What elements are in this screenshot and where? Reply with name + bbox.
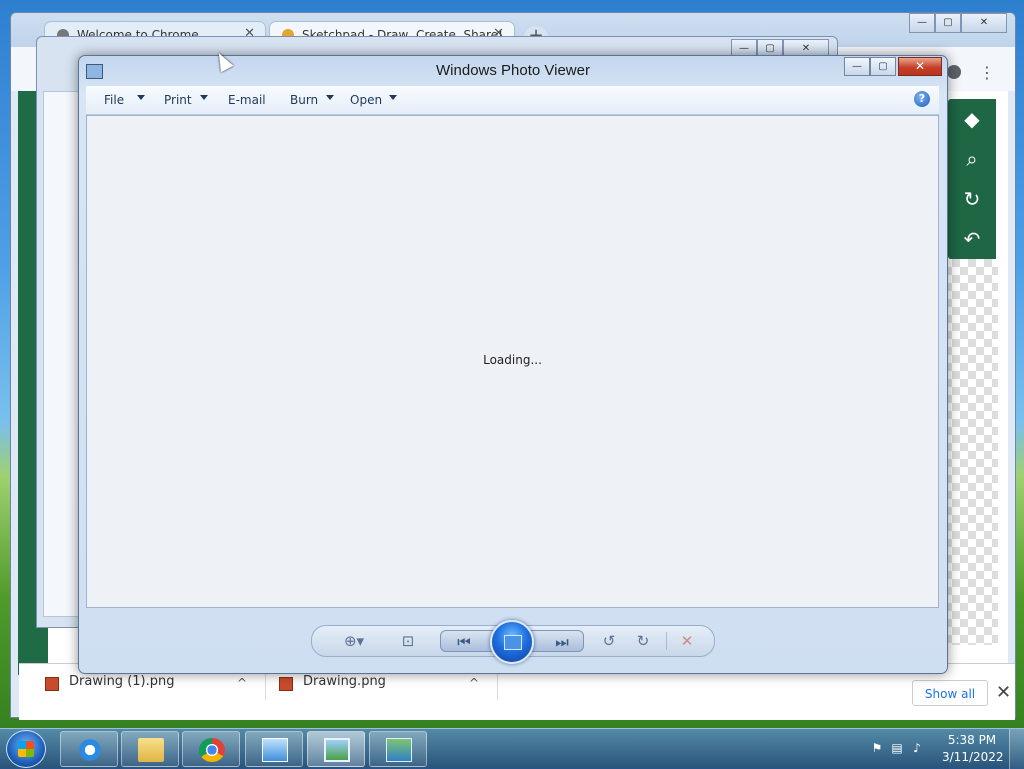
next-icon[interactable]: ⏭	[547, 631, 577, 653]
folder-icon	[138, 738, 164, 762]
taskbar-google-chrome[interactable]	[182, 731, 240, 767]
sketchpad-tool-rail: ◆ ⌕ ↻ ↶	[948, 99, 996, 259]
download-options-icon[interactable]: ^	[237, 676, 247, 690]
image-file-icon	[45, 677, 59, 691]
volume-icon[interactable]: ♪	[910, 741, 924, 755]
undo-icon[interactable]: ↶	[958, 225, 986, 253]
rotate-counterclockwise-icon[interactable]: ↺	[596, 630, 622, 652]
taskbar-control-panel[interactable]	[245, 731, 303, 767]
actual-size-icon[interactable]: ⊡	[394, 630, 422, 652]
layers-icon[interactable]: ◆	[958, 105, 986, 133]
network-icon[interactable]: ▤	[890, 741, 904, 755]
previous-icon[interactable]: ⏮	[449, 631, 479, 653]
maximize-button[interactable]: ▢	[870, 57, 896, 76]
download-filename: Drawing (1).png	[69, 674, 175, 689]
download-item[interactable]: Drawing.png	[275, 674, 455, 696]
file-dropdown-icon[interactable]	[137, 95, 145, 100]
flag-icon[interactable]: ⚑	[870, 741, 884, 755]
history-icon[interactable]: ↻	[958, 185, 986, 213]
chrome-maximize-button[interactable]: ▢	[935, 13, 961, 33]
divider	[497, 670, 498, 700]
menu-burn[interactable]: Burn	[290, 93, 318, 107]
clock-date[interactable]: 3/11/2022	[942, 750, 1004, 764]
window-controls: — ▢ ✕	[844, 57, 942, 76]
taskbar-windows-explorer[interactable]	[121, 731, 179, 767]
image-display-area: Loading...	[86, 115, 939, 608]
system-tray: ⚑ ▤ ♪ 5:38 PM 3/11/2022	[864, 729, 1024, 769]
menu-file[interactable]: File	[104, 93, 124, 107]
slideshow-button[interactable]	[490, 620, 534, 664]
delete-icon[interactable]: ✕	[674, 630, 700, 652]
close-button[interactable]: ✕	[898, 57, 942, 76]
transparent-canvas[interactable]	[944, 259, 998, 645]
rotate-clockwise-icon[interactable]: ↻	[630, 630, 656, 652]
download-item[interactable]: Drawing (1).png	[41, 674, 241, 696]
chrome-minimize-button[interactable]: —	[909, 13, 935, 33]
menu-email[interactable]: E-mail	[228, 93, 266, 107]
playback-controls: ⊕▾ ⊡ ⏮ ⏭ ↺ ↻ ✕	[311, 620, 715, 664]
divider	[265, 670, 266, 700]
control-panel-icon	[262, 738, 288, 762]
loading-status: Loading...	[483, 353, 542, 367]
chrome-menu-icon[interactable]: ⋮	[979, 63, 995, 82]
window-title: Windows Photo Viewer	[436, 62, 590, 79]
burn-dropdown-icon[interactable]	[326, 95, 334, 100]
zoom-icon[interactable]: ⊕▾	[336, 630, 372, 652]
taskbar-internet-explorer[interactable]	[60, 731, 118, 767]
download-options-icon[interactable]: ^	[469, 676, 479, 690]
photo-viewer-icon	[324, 738, 350, 762]
help-icon[interactable]: ?	[914, 91, 930, 107]
print-dropdown-icon[interactable]	[200, 95, 208, 100]
show-all-downloads-button[interactable]: Show all	[912, 680, 988, 706]
menu-open[interactable]: Open	[350, 93, 382, 107]
download-filename: Drawing.png	[303, 674, 386, 689]
chrome-close-button[interactable]: ✕	[961, 13, 1007, 33]
search-icon[interactable]: ⌕	[958, 145, 986, 173]
show-desktop-button[interactable]	[1009, 729, 1024, 769]
divider	[666, 632, 667, 650]
image-file-icon	[279, 677, 293, 691]
chrome-icon	[199, 738, 225, 762]
open-dropdown-icon[interactable]	[389, 95, 397, 100]
taskbar: ⚑ ▤ ♪ 5:38 PM 3/11/2022	[0, 728, 1024, 769]
menu-bar: File Print E-mail Burn Open ?	[86, 86, 939, 115]
windows-logo-icon	[18, 741, 34, 757]
slideshow-icon	[504, 635, 522, 650]
photo-viewer-window: Windows Photo Viewer — ▢ ✕ File Print E-…	[78, 55, 948, 674]
clock-time[interactable]: 5:38 PM	[942, 733, 1002, 747]
menu-print[interactable]: Print	[164, 93, 192, 107]
start-button[interactable]	[6, 730, 46, 768]
internet-explorer-icon	[77, 738, 103, 762]
remote-desktop-icon	[386, 738, 412, 762]
profile-icon[interactable]	[947, 65, 961, 79]
taskbar-remote-desktop[interactable]	[369, 731, 427, 767]
taskbar-windows-photo-viewer[interactable]	[307, 731, 365, 767]
close-download-bar-icon[interactable]: ✕	[996, 682, 1011, 703]
minimize-button[interactable]: —	[844, 57, 870, 76]
